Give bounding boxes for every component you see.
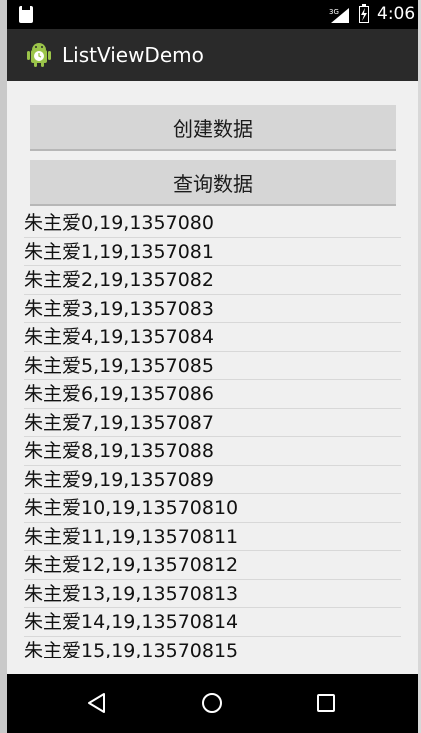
list-item[interactable]: 朱主爱14,19,13570814 [24,608,401,637]
clock: 4:06 [377,4,416,24]
signal-icon: 3G [329,8,349,23]
phone-screen: 3G 4:06 ListViewDemo 创建数据 查询数据 朱主爱0,19,1… [7,0,418,733]
app-title: ListViewDemo [62,43,204,67]
list-item[interactable]: 朱主爱8,19,1357088 [24,437,401,466]
list-item[interactable]: 朱主爱1,19,1357081 [24,238,401,266]
list-item[interactable]: 朱主爱3,19,1357083 [24,295,401,323]
list-item[interactable]: 朱主爱5,19,1357085 [24,352,401,380]
android-icon [27,43,51,67]
circle-home-icon[interactable] [200,691,224,715]
triangle-back-icon[interactable] [85,691,109,715]
list-item[interactable]: 朱主爱11,19,13570811 [24,523,401,551]
list-item[interactable]: 朱主爱0,19,1357080 [24,209,401,238]
sd-card-icon [19,6,33,23]
list-item[interactable]: 朱主爱9,19,1357089 [24,466,401,494]
background-edge [0,0,7,733]
main-content: 创建数据 查询数据 朱主爱0,19,1357080 朱主爱1,19,135708… [7,81,418,674]
list-item[interactable]: 朱主爱6,19,1357086 [24,380,401,409]
query-data-button[interactable]: 查询数据 [30,160,396,206]
battery-icon [359,4,369,23]
list-item[interactable]: 朱主爱13,19,13570813 [24,580,401,608]
action-bar: ListViewDemo [7,29,418,81]
navigation-bar [7,674,418,733]
list-item[interactable]: 朱主爱15,19,13570815 [24,637,401,659]
network-label: 3G [329,8,339,16]
list-item[interactable]: 朱主爱2,19,1357082 [24,266,401,295]
list-item[interactable]: 朱主爱4,19,1357084 [24,323,401,352]
list-item[interactable]: 朱主爱12,19,13570812 [24,551,401,580]
list-item[interactable]: 朱主爱7,19,1357087 [24,409,401,437]
create-data-button[interactable]: 创建数据 [30,105,396,151]
square-recent-icon[interactable] [314,691,338,715]
status-bar: 3G 4:06 [7,0,418,29]
list-view[interactable]: 朱主爱0,19,1357080 朱主爱1,19,1357081 朱主爱2,19,… [24,209,401,658]
list-item[interactable]: 朱主爱10,19,13570810 [24,494,401,523]
